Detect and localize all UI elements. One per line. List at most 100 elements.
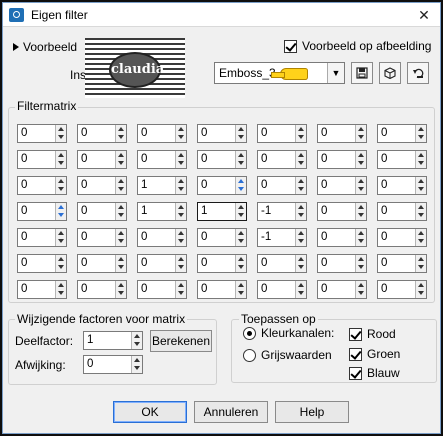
color-channels-option[interactable]: Kleurkanalen: <box>243 326 334 340</box>
matrix-cell[interactable]: 0 <box>77 254 127 273</box>
matrix-cell[interactable]: 0 <box>137 280 187 299</box>
matrix-cell[interactable]: 0 <box>77 280 127 299</box>
compute-button[interactable]: Berekenen <box>150 330 212 352</box>
matrix-cell[interactable]: 0 <box>77 228 127 247</box>
spin-arrows-icon[interactable] <box>295 125 306 142</box>
spin-arrows-icon[interactable] <box>235 177 246 194</box>
help-button[interactable]: Help <box>275 401 349 423</box>
matrix-cell-center[interactable]: 1 <box>197 202 247 221</box>
matrix-cell[interactable]: 0 <box>77 176 127 195</box>
spin-arrows-icon[interactable] <box>131 332 142 349</box>
cancel-button[interactable]: Annuleren <box>194 401 268 423</box>
spin-arrows-icon[interactable] <box>175 151 186 168</box>
matrix-cell[interactable]: 0 <box>257 150 307 169</box>
spin-arrows-icon[interactable] <box>175 203 186 220</box>
matrix-cell[interactable]: 0 <box>137 124 187 143</box>
green-channel-check[interactable] <box>349 347 362 361</box>
matrix-cell[interactable]: 0 <box>17 280 67 299</box>
matrix-cell[interactable]: 0 <box>137 150 187 169</box>
spin-arrows-icon[interactable] <box>235 203 246 220</box>
spin-arrows-icon[interactable] <box>175 281 186 298</box>
spin-arrows-icon[interactable] <box>415 255 426 272</box>
matrix-cell[interactable]: 0 <box>377 202 427 221</box>
matrix-cell[interactable]: 0 <box>17 228 67 247</box>
spin-arrows-icon[interactable] <box>131 356 142 373</box>
divisor-input[interactable]: 1 <box>83 331 143 350</box>
spin-arrows-icon[interactable] <box>415 229 426 246</box>
matrix-cell[interactable]: 0 <box>317 280 367 299</box>
spin-arrows-icon[interactable] <box>355 125 366 142</box>
bias-input[interactable]: 0 <box>83 355 143 374</box>
grayscale-option[interactable]: Grijswaarden <box>243 348 332 362</box>
matrix-cell[interactable]: 1 <box>137 176 187 195</box>
spin-arrows-icon[interactable] <box>415 125 426 142</box>
spin-arrows-icon[interactable] <box>355 281 366 298</box>
spin-arrows-icon[interactable] <box>115 255 126 272</box>
chevron-down-icon[interactable]: ▼ <box>327 63 344 83</box>
matrix-cell[interactable]: 0 <box>377 228 427 247</box>
spin-arrows-icon[interactable] <box>175 255 186 272</box>
spin-arrows-icon[interactable] <box>55 229 66 246</box>
spin-arrows-icon[interactable] <box>295 177 306 194</box>
matrix-cell[interactable]: 0 <box>137 254 187 273</box>
matrix-cell[interactable]: 0 <box>197 280 247 299</box>
matrix-cell[interactable]: 0 <box>377 124 427 143</box>
matrix-cell[interactable]: 0 <box>77 202 127 221</box>
matrix-cell[interactable]: 0 <box>317 150 367 169</box>
matrix-cell[interactable]: 0 <box>257 124 307 143</box>
spin-arrows-icon[interactable] <box>355 255 366 272</box>
ok-button[interactable]: OK <box>113 401 187 423</box>
spin-arrows-icon[interactable] <box>55 151 66 168</box>
spin-arrows-icon[interactable] <box>415 203 426 220</box>
matrix-cell[interactable]: 0 <box>257 280 307 299</box>
spin-arrows-icon[interactable] <box>235 125 246 142</box>
green-channel-checkbox[interactable]: Groen <box>349 347 400 361</box>
spin-arrows-icon[interactable] <box>115 151 126 168</box>
spin-arrows-icon[interactable] <box>295 255 306 272</box>
spin-arrows-icon[interactable] <box>295 229 306 246</box>
spin-arrows-icon[interactable] <box>295 281 306 298</box>
matrix-cell[interactable]: 0 <box>17 254 67 273</box>
blue-channel-checkbox[interactable]: Blauw <box>349 366 400 380</box>
spin-arrows-icon[interactable] <box>415 281 426 298</box>
matrix-cell[interactable]: 0 <box>77 150 127 169</box>
matrix-cell[interactable]: 0 <box>137 228 187 247</box>
spin-arrows-icon[interactable] <box>235 281 246 298</box>
matrix-cell[interactable]: 1 <box>137 202 187 221</box>
matrix-cell[interactable]: 0 <box>317 228 367 247</box>
matrix-cell[interactable]: 0 <box>197 254 247 273</box>
spin-arrows-icon[interactable] <box>295 203 306 220</box>
matrix-cell[interactable]: 0 <box>377 150 427 169</box>
color-channels-radio[interactable] <box>243 326 256 340</box>
matrix-cell[interactable]: 0 <box>17 124 67 143</box>
spin-arrows-icon[interactable] <box>115 281 126 298</box>
matrix-cell[interactable]: 0 <box>377 280 427 299</box>
spin-arrows-icon[interactable] <box>115 203 126 220</box>
reset-button[interactable] <box>407 62 429 84</box>
spin-arrows-icon[interactable] <box>55 177 66 194</box>
red-channel-check[interactable] <box>349 327 362 341</box>
spin-arrows-icon[interactable] <box>355 229 366 246</box>
spin-arrows-icon[interactable] <box>355 177 366 194</box>
preview-on-image-checkbox[interactable]: Voorbeeld op afbeelding <box>284 39 431 53</box>
spin-arrows-icon[interactable] <box>115 177 126 194</box>
matrix-cell[interactable]: 0 <box>377 254 427 273</box>
spin-arrows-icon[interactable] <box>175 125 186 142</box>
grayscale-radio[interactable] <box>243 348 256 362</box>
matrix-cell[interactable]: 0 <box>317 202 367 221</box>
matrix-cell[interactable]: 0 <box>317 176 367 195</box>
matrix-cell[interactable]: -1 <box>257 202 307 221</box>
spin-arrows-icon[interactable] <box>235 255 246 272</box>
matrix-cell[interactable]: 0 <box>17 176 67 195</box>
matrix-cell[interactable]: -1 <box>257 228 307 247</box>
preview-on-image-check[interactable] <box>284 39 297 53</box>
spin-arrows-icon[interactable] <box>55 203 66 220</box>
spin-arrows-icon[interactable] <box>415 151 426 168</box>
matrix-cell[interactable]: 0 <box>197 176 247 195</box>
red-channel-checkbox[interactable]: Rood <box>349 327 396 341</box>
spin-arrows-icon[interactable] <box>175 229 186 246</box>
matrix-cell[interactable]: 0 <box>197 150 247 169</box>
spin-arrows-icon[interactable] <box>355 203 366 220</box>
spin-arrows-icon[interactable] <box>235 151 246 168</box>
spin-arrows-icon[interactable] <box>415 177 426 194</box>
